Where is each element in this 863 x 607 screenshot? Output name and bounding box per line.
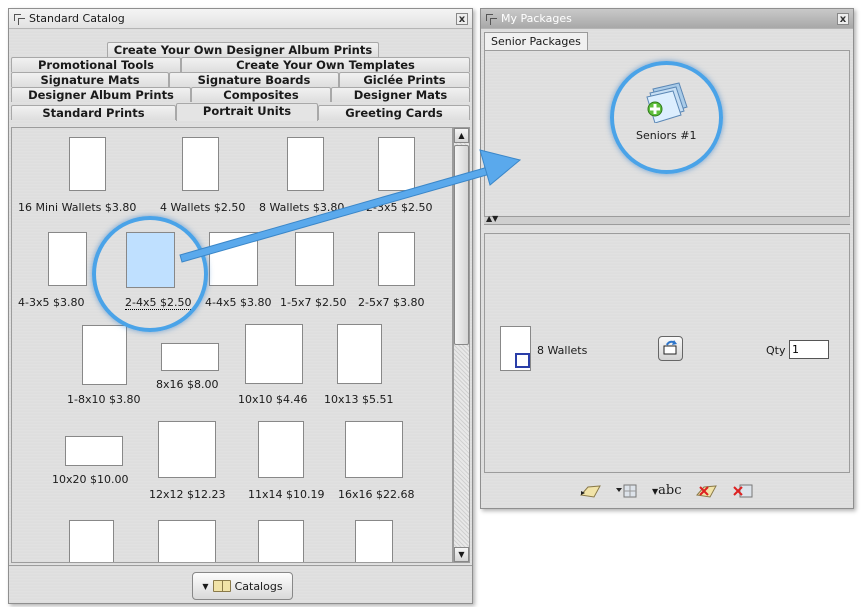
catalogs-button[interactable]: ▼ Catalogs [192,572,293,600]
highlight-circle [92,216,208,332]
product-label[interactable]: 11x14 $10.19 [248,488,325,501]
product-thumb[interactable] [48,232,87,286]
rename-abc-icon[interactable]: ▼abc [652,483,682,499]
product-thumb[interactable] [258,520,304,562]
qty-label: Qty [766,344,786,357]
product-thumb[interactable] [287,137,324,191]
delete-package-icon[interactable] [696,483,718,499]
add-grid-icon[interactable] [616,483,638,499]
new-package-icon[interactable] [580,483,602,499]
product-thumb[interactable] [258,421,304,478]
product-label[interactable]: 12x12 $12.23 [149,488,226,501]
product-thumb[interactable] [158,520,216,562]
product-label[interactable]: 1-8x10 $3.80 [67,393,140,406]
splitter-arrows-icon: ▲▼ [486,214,499,223]
product-thumb[interactable] [69,137,106,191]
tab-designer-album-prints-create[interactable]: Create Your Own Designer Album Prints [107,42,379,57]
product-thumb[interactable] [295,232,334,286]
rotate-icon [663,340,677,355]
catalog-titlebar[interactable]: Standard Catalog x [9,9,472,29]
package-name[interactable]: Seniors #1 [636,129,696,142]
product-label[interactable]: 4-3x5 $3.80 [18,296,84,309]
product-label[interactable]: 16 Mini Wallets $3.80 [18,201,136,214]
tab-designer-mats[interactable]: Designer Mats [331,87,470,102]
tab-create-templates[interactable]: Create Your Own Templates [181,57,470,72]
product-thumb[interactable] [378,137,415,191]
product-label[interactable]: 10x13 $5.51 [324,393,394,406]
product-thumb[interactable] [355,520,393,562]
product-label[interactable]: 10x20 $10.00 [52,473,129,486]
line-item-name[interactable]: 8 Wallets [537,344,587,357]
tab-giclee-prints[interactable]: Giclée Prints [339,72,470,87]
product-thumb[interactable] [182,137,219,191]
product-thumb[interactable] [209,232,258,286]
package-stack-icon[interactable] [645,81,691,124]
product-label[interactable]: 2-5x7 $3.80 [358,296,424,309]
packages-toolbar: ▼abc [484,477,850,505]
catalog-scrollbar[interactable]: ▲ ▼ [453,127,470,563]
product-label[interactable]: 1-5x7 $2.50 [280,296,346,309]
packages-titlebar[interactable]: My Packages x [481,9,853,29]
qty-input[interactable] [789,340,829,359]
product-grid: 16 Mini Wallets $3.80 4 Wallets $2.50 8 … [11,127,453,563]
tab-promotional-tools[interactable]: Promotional Tools [11,57,181,72]
window-icon [13,13,25,25]
tab-greeting-cards[interactable]: Greeting Cards [318,105,470,120]
product-thumb[interactable] [158,421,216,478]
package-list: Seniors #1 [484,50,850,217]
catalog-tabs: Create Your Own Designer Album Prints Pr… [11,30,470,130]
product-thumb[interactable] [337,324,382,384]
tab-senior-packages[interactable]: Senior Packages [484,32,588,50]
scroll-down-button[interactable]: ▼ [454,547,469,562]
product-thumb[interactable] [161,343,219,371]
product-label[interactable]: 8 Wallets $3.80 [259,201,344,214]
product-label[interactable]: 8x16 $8.00 [156,378,219,391]
product-thumb[interactable] [245,324,303,384]
splitter[interactable]: ▲▼ [484,214,850,225]
product-label[interactable]: 4-4x5 $3.80 [205,296,271,309]
my-packages-window: My Packages x Senior Packages Seniors #1… [480,8,854,509]
packages-tabs: Senior Packages [484,32,588,50]
standard-catalog-window: Standard Catalog x Create Your Own Desig… [8,8,473,604]
product-thumb[interactable] [82,325,127,385]
product-label[interactable]: 4 Wallets $2.50 [160,201,245,214]
delete-grid-icon[interactable] [732,483,754,499]
product-thumb[interactable] [65,436,123,466]
catalogs-button-label: Catalogs [234,579,283,593]
product-label[interactable]: 16x16 $22.68 [338,488,415,501]
tab-signature-boards[interactable]: Signature Boards [169,72,339,87]
product-label[interactable]: 2-3x5 $2.50 [366,201,432,214]
close-button[interactable]: x [837,12,849,25]
tab-standard-prints[interactable]: Standard Prints [11,105,176,120]
catalog-bottom-bar: ▼ Catalogs [9,565,472,603]
tab-signature-mats[interactable]: Signature Mats [11,72,169,87]
packages-title: My Packages [501,12,572,25]
product-thumb[interactable] [345,421,403,478]
rotate-button[interactable] [658,336,683,361]
tab-designer-album-prints[interactable]: Designer Album Prints [11,87,191,102]
package-contents: 8 Wallets Qty [484,233,850,473]
tab-composites[interactable]: Composites [191,87,331,102]
tab-portrait-units[interactable]: Portrait Units [176,103,318,121]
product-thumb[interactable] [69,520,114,562]
book-icon [212,580,231,592]
dropdown-arrow-icon: ▼ [202,581,209,591]
catalog-title: Standard Catalog [29,12,125,25]
product-label[interactable]: 10x10 $4.46 [238,393,308,406]
product-thumb[interactable] [378,232,415,286]
scroll-up-button[interactable]: ▲ [454,128,469,143]
window-icon [485,13,497,25]
crop-frame-icon [515,353,530,368]
scroll-thumb[interactable] [454,145,469,345]
close-button[interactable]: x [456,12,468,25]
